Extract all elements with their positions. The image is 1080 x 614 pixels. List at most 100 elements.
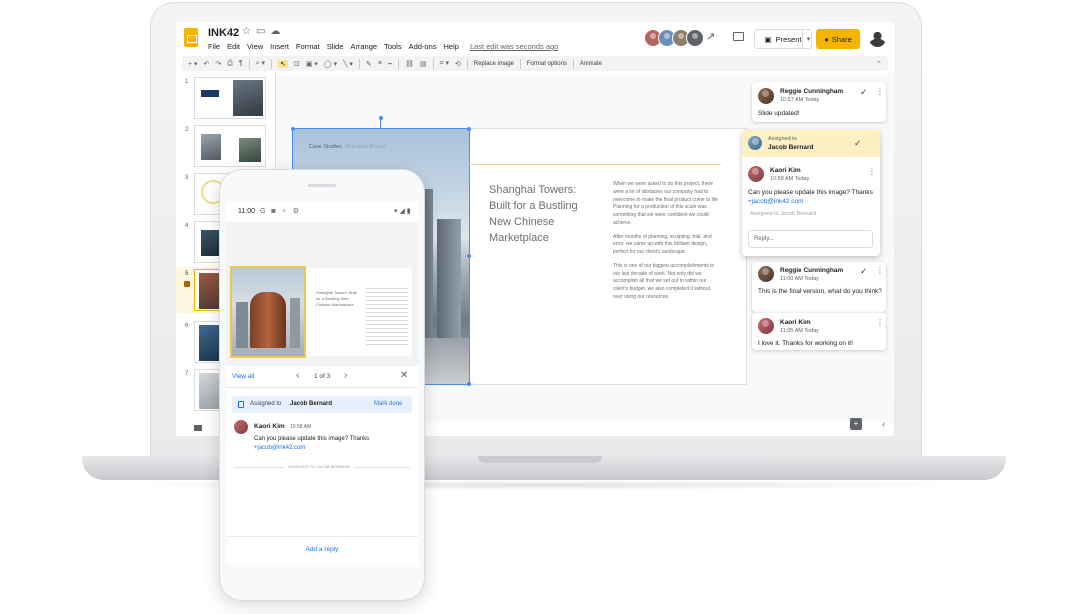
share-button[interactable]: ● Share <box>816 29 860 49</box>
menu-tools[interactable]: Tools <box>384 42 402 51</box>
redo-icon[interactable]: ↷ <box>215 60 221 68</box>
close-icon[interactable]: ✕ <box>400 370 408 381</box>
collapse-toolbar-icon[interactable]: ⌃ <box>876 60 882 68</box>
mention-link[interactable]: +jacob@ink42.com <box>254 445 305 451</box>
kicker-text: Case Studies <box>309 144 342 150</box>
mention-link[interactable]: +jacob@ink42.com <box>748 198 804 205</box>
activity-icon[interactable]: ↗ <box>706 30 715 43</box>
slides-logo-icon[interactable] <box>184 28 198 47</box>
chevron-right-icon[interactable]: › <box>344 370 347 381</box>
image-icon[interactable]: ▣ ▾ <box>306 60 318 68</box>
star-icon[interactable]: ☆ <box>242 26 256 37</box>
view-all-link[interactable]: View all <box>232 373 254 380</box>
paint-format-icon[interactable]: ¶ <box>239 60 243 67</box>
comment-card[interactable]: Reggie Cunningham 11:00 AM Today ✓ ⋮ Thi… <box>752 262 886 312</box>
move-folder-icon[interactable]: ▭ <box>256 26 270 37</box>
resize-handle[interactable] <box>467 254 471 258</box>
more-options-icon[interactable]: ⋮ <box>876 266 884 275</box>
profile-avatar[interactable] <box>869 30 886 47</box>
menu-edit[interactable]: Edit <box>227 42 240 51</box>
alt-text-icon[interactable]: ▤ <box>420 60 427 68</box>
resize-handle[interactable] <box>467 127 471 131</box>
new-slide-icon[interactable]: + ▾ <box>188 60 198 68</box>
menu-view[interactable]: View <box>247 42 263 51</box>
menu-add-ons[interactable]: Add-ons <box>409 42 437 51</box>
replace-image-button[interactable]: Replace image <box>474 61 514 67</box>
mark-done-check-icon[interactable]: ✓ <box>854 138 862 149</box>
border-dash-icon[interactable]: ┅ <box>388 60 392 68</box>
text-box-icon[interactable]: ⊡ <box>294 60 300 68</box>
reset-image-icon[interactable]: ⟲ <box>455 60 461 68</box>
menu-slide[interactable]: Slide <box>327 42 344 51</box>
print-icon[interactable]: ⎙ <box>227 60 233 68</box>
line-icon[interactable]: ╲ ▾ <box>343 60 353 68</box>
grid-view-icon[interactable] <box>194 425 202 431</box>
comment-author: Reggie Cunningham <box>780 88 844 95</box>
slide-thumbnail-2[interactable] <box>194 125 266 167</box>
format-options-button[interactable]: Format options <box>527 61 567 67</box>
zoom-icon[interactable]: ⌕ ▾ <box>256 59 265 68</box>
document-title[interactable]: INK42 <box>208 27 239 39</box>
more-options-icon[interactable]: ⋮ <box>876 87 884 96</box>
mini-slide[interactable]: Shanghai Towers: Built for a Bustling Ne… <box>230 266 412 358</box>
slide-heading[interactable]: Shanghai Towers: Built for a Bustling Ne… <box>489 183 595 247</box>
add-reply-bar[interactable]: Add a reply <box>226 536 418 564</box>
comment-body: Can you please update this image? Thanks <box>254 436 370 442</box>
comment-indicator-icon[interactable] <box>184 281 190 287</box>
comment-history-icon[interactable] <box>733 32 744 41</box>
shape-icon[interactable]: ◯ ▾ <box>324 60 337 68</box>
menu-format[interactable]: Format <box>296 42 320 51</box>
more-options-icon[interactable]: ⋮ <box>876 318 884 327</box>
side-panel-toggle-icon[interactable]: ‹ <box>882 419 885 429</box>
more-options-icon[interactable]: ⋮ <box>868 167 876 176</box>
link-icon[interactable]: ⛓ <box>405 60 414 68</box>
top-bar: INK42 ☆▭☁ File Edit View Insert Format S… <box>176 22 894 56</box>
toolbar-divider <box>519 58 521 69</box>
phone-device: 11:00 G ◙ ♀ ⚙ ▾◢▮ Shanghai Towers: Built… <box>220 170 424 600</box>
resize-handle[interactable] <box>291 127 295 131</box>
avatar <box>758 88 774 104</box>
slide-number: 2 <box>185 127 189 133</box>
comment-author: Kaori Kim <box>770 167 801 174</box>
mark-done-button[interactable]: Mark done <box>374 401 402 407</box>
toolbar-divider <box>572 58 574 69</box>
mini-slide-photo <box>230 266 306 358</box>
explore-icon[interactable]: + <box>850 418 862 430</box>
assigned-comment-card[interactable]: Assigned to Jacob Bernard ✓ Kaori Kim 10… <box>742 130 880 256</box>
menu-help[interactable]: Help <box>444 42 459 51</box>
slide-thumbnail-1[interactable] <box>194 77 266 119</box>
resolve-check-icon[interactable]: ✓ <box>860 266 868 277</box>
reply-input[interactable]: Reply... <box>748 230 873 248</box>
status-signal-icons: ▾◢▮ <box>394 208 413 215</box>
avatar <box>758 318 774 334</box>
toolbar-divider <box>398 58 400 69</box>
body-paragraph: This is one of our biggest accomplishmen… <box>613 262 715 300</box>
add-reply-button[interactable]: Add a reply <box>226 546 418 553</box>
last-edit-link[interactable]: Last edit was seconds ago <box>470 42 558 51</box>
border-weight-icon[interactable]: ≡ <box>378 60 382 67</box>
menu-file[interactable]: File <box>208 42 220 51</box>
divider-label: ASSIGNED TO JACOB BERNARD <box>284 464 355 469</box>
resize-handle[interactable] <box>467 382 471 386</box>
resolve-check-icon[interactable]: ✓ <box>860 87 868 98</box>
avatar[interactable] <box>686 29 704 47</box>
mini-slide-body <box>366 288 408 346</box>
slide-body-text[interactable]: When we were asked to do this project, t… <box>613 181 721 308</box>
undo-icon[interactable]: ↶ <box>204 60 210 68</box>
cloud-icon[interactable]: ☁ <box>270 26 285 37</box>
crop-icon[interactable]: ⌗ ▾ <box>440 59 449 68</box>
border-color-icon[interactable]: ✎ <box>366 60 372 68</box>
avatar <box>234 420 248 434</box>
menu-arrange[interactable]: Arrange <box>350 42 377 51</box>
comment-card[interactable]: Kaori Kim 11:05 AM Today ⋮ I love it. Th… <box>752 312 886 350</box>
body-paragraph: When we were asked to do this project, t… <box>613 181 719 226</box>
chevron-left-icon[interactable]: ‹ <box>296 370 299 381</box>
comment-card[interactable]: Reggie Cunningham 10:57 AM Today ✓ ⋮ Sli… <box>752 82 886 122</box>
assigned-label: Assigned to <box>768 136 797 142</box>
phone-screen: 11:00 G ◙ ♀ ⚙ ▾◢▮ Shanghai Towers: Built… <box>226 202 418 564</box>
menu-insert[interactable]: Insert <box>270 42 289 51</box>
animate-button[interactable]: Animate <box>580 61 602 67</box>
select-icon[interactable]: ↖ <box>278 59 288 68</box>
rotate-handle[interactable] <box>379 116 383 120</box>
present-dropdown-icon[interactable]: ▾ <box>802 29 814 49</box>
